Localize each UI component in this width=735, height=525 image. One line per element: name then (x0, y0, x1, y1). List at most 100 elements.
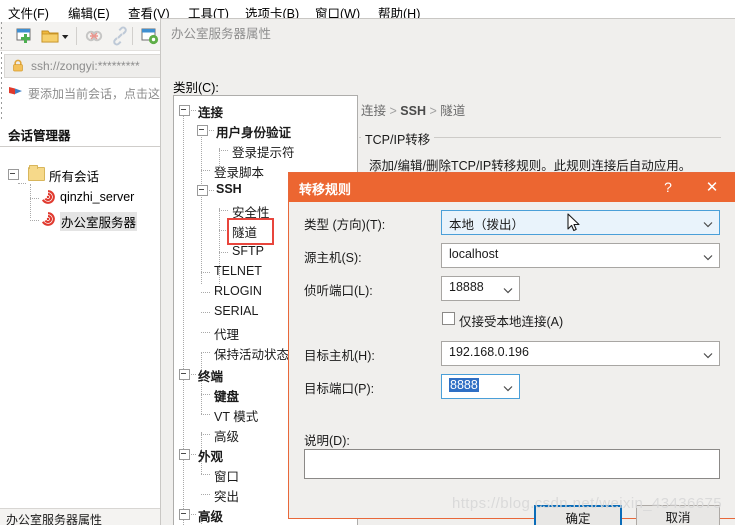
menu-item-file[interactable]: 文件(F) (8, 3, 49, 22)
breadcrumb-item-ssh[interactable]: SSH (400, 104, 426, 118)
close-icon[interactable]: ✕ (699, 177, 725, 198)
session-tree-label-all: 所有会话 (49, 170, 100, 184)
link-icon (110, 26, 130, 46)
category-item-advanced[interactable]: 高级 (198, 506, 223, 525)
new-session-icon[interactable] (14, 26, 34, 46)
breadcrumb-item-tunnel[interactable]: 隧道 (440, 104, 465, 118)
category-item-serial[interactable]: SERIAL (214, 304, 258, 318)
open-folder-icon[interactable] (40, 26, 60, 46)
local-only-checkbox[interactable] (442, 312, 455, 325)
category-item-sftp[interactable]: SFTP (232, 244, 264, 258)
modal-body: 类型 (方向)(T): 本地（拨出） 源主机(S): localhost 侦听端… (289, 202, 735, 525)
tree-connector (207, 190, 214, 191)
tree-connector (201, 170, 210, 171)
tree-connector (219, 150, 228, 151)
type-select[interactable]: 本地（拨出） (441, 210, 720, 235)
session-tree-label-office: 办公室服务器 (60, 212, 138, 231)
chevron-down-icon (503, 382, 513, 392)
tree-connector (201, 474, 210, 475)
category-item-highlight[interactable]: 突出 (214, 486, 239, 505)
toolbar-separator-2 (132, 27, 133, 45)
category-item-terminal-advanced[interactable]: 高级 (214, 426, 239, 445)
disconnect-icon (84, 26, 104, 46)
tree-connector (201, 352, 210, 353)
session-settings-icon[interactable] (140, 26, 160, 46)
breadcrumb-separator: > (389, 104, 397, 118)
type-label: 类型 (方向)(T): (304, 218, 386, 232)
tree-connector (18, 183, 26, 184)
source-host-value: localhost (449, 247, 499, 261)
category-item-keyboard[interactable]: 键盘 (214, 386, 239, 405)
tree-connector (219, 252, 228, 253)
category-item-ssh[interactable]: SSH (216, 182, 242, 196)
tree-connector (189, 110, 196, 111)
category-item-appearance[interactable]: 外观 (198, 446, 223, 465)
forwarding-rule-modal: 转移规则 ? ✕ 类型 (方向)(T): 本地（拨出） 源主机(S): loca… (288, 172, 735, 525)
listen-port-label: 侦听端口(L): (304, 284, 373, 298)
category-item-terminal[interactable]: 终端 (198, 366, 223, 385)
target-port-select[interactable]: 8888 (441, 374, 520, 399)
chevron-down-icon (503, 284, 513, 294)
category-item-vt-mode[interactable]: VT 模式 (214, 406, 258, 425)
session-manager-title-text: 会话管理器 (8, 129, 71, 143)
category-item-tunnel[interactable]: 隧道 (232, 222, 257, 241)
tree-guide (183, 112, 184, 525)
open-folder-dropdown-icon[interactable] (60, 26, 70, 46)
listen-port-select[interactable]: 18888 (441, 276, 520, 301)
session-tree-label-qinzhi: qinzhi_server (60, 190, 135, 204)
session-manager-title: 会话管理器 (0, 122, 168, 144)
tree-connector (30, 220, 39, 221)
listen-port-value: 18888 (449, 280, 484, 294)
source-host-label: 源主机(S): (304, 251, 362, 265)
target-host-value: 192.168.0.196 (449, 345, 529, 359)
target-port-label: 目标端口(P): (304, 382, 375, 396)
category-item-user-auth[interactable]: 用户身份验证 (216, 122, 291, 141)
tree-connector (201, 332, 210, 333)
session-tree: 所有会话 qinzhi_server 办公室服务器 (0, 150, 168, 500)
bookmark-flag-icon (8, 85, 24, 100)
chevron-down-icon (703, 218, 713, 228)
tree-connector (201, 494, 210, 495)
session-icon (41, 212, 55, 226)
breadcrumb: 连接 > SSH > 隧道 (361, 100, 465, 119)
target-port-value: 8888 (449, 378, 479, 392)
tree-vline (30, 184, 31, 218)
breadcrumb-separator: > (429, 104, 437, 118)
modal-title-bar: 转移规则 ? ✕ (289, 173, 735, 202)
session-manager-divider (0, 146, 168, 147)
menu-item-edit[interactable]: 编辑(E) (68, 3, 110, 22)
add-session-hint[interactable]: 要添加当前会话，点击这 (4, 82, 169, 104)
category-item-proxy[interactable]: 代理 (214, 324, 239, 343)
category-item-telnet[interactable]: TELNET (214, 264, 262, 278)
category-item-connection[interactable]: 连接 (198, 102, 223, 121)
toolbar-separator-1 (76, 27, 77, 45)
local-only-label[interactable]: 仅接受本地连接(A) (459, 311, 563, 330)
chevron-down-icon (703, 251, 713, 261)
tree-connector (189, 454, 196, 455)
tree-connector (201, 272, 210, 273)
tree-connector (201, 394, 210, 395)
watermark-text: https://blog.csdn.net/weixin_43436675 (452, 495, 722, 512)
chevron-down-icon (703, 349, 713, 359)
category-item-login-script[interactable]: 登录脚本 (214, 162, 264, 181)
tree-connector (201, 434, 210, 435)
help-icon[interactable]: ? (657, 177, 679, 198)
expander-icon[interactable] (8, 169, 19, 180)
screen-root: 文件(F) 编辑(E) 查看(V) 工具(T) 选项卡(B) 窗口(W) 帮助(… (0, 0, 735, 525)
category-item-rlogin[interactable]: RLOGIN (214, 284, 262, 298)
category-label: 类别(C): (173, 81, 219, 95)
tree-connector (189, 374, 196, 375)
lock-icon (12, 59, 24, 72)
address-bar[interactable]: ssh://zongyi:********* (4, 54, 171, 78)
tree-connector (201, 414, 210, 415)
address-bar-value: ssh://zongyi:********* (31, 59, 140, 73)
category-item-window[interactable]: 窗口 (214, 466, 239, 485)
category-item-login-prompt[interactable]: 登录提示符 (232, 142, 295, 161)
target-host-select[interactable]: 192.168.0.196 (441, 341, 720, 366)
properties-dialog-title: 办公室服务器属性 (171, 27, 272, 41)
add-session-hint-text: 要添加当前会话，点击这 (28, 87, 161, 101)
category-item-keepalive[interactable]: 保持活动状态 (214, 344, 289, 363)
breadcrumb-item-connection[interactable]: 连接 (361, 104, 386, 118)
source-host-select[interactable]: localhost (441, 243, 720, 268)
description-input[interactable] (304, 449, 720, 479)
